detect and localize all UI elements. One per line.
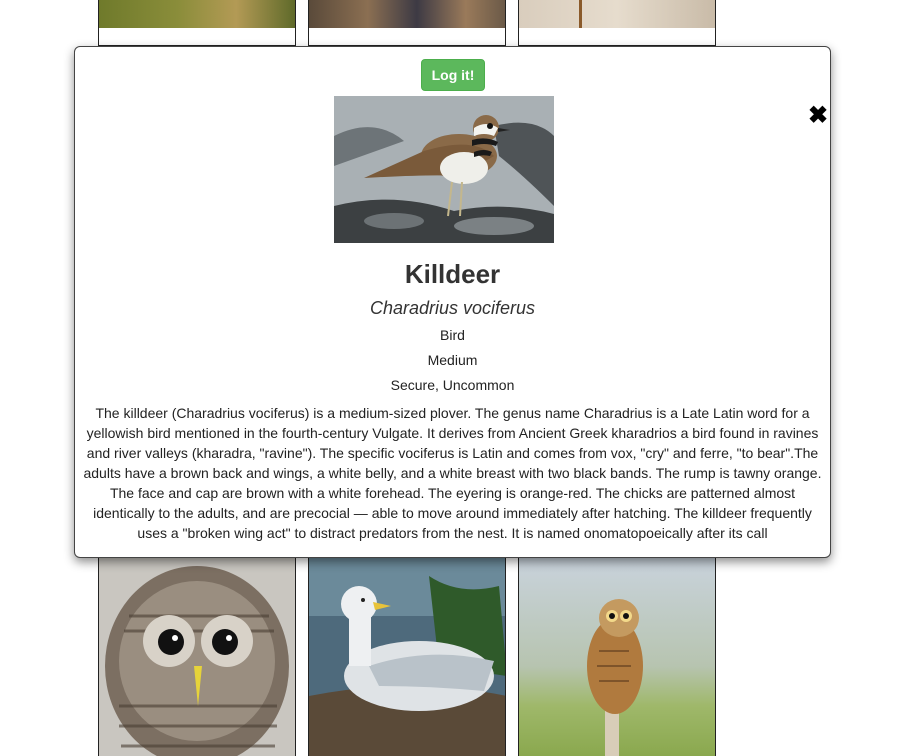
species-detail-modal: Log it! ✖ Killdeer Charadrius vociferus … xyxy=(74,46,831,558)
species-name: Killdeer xyxy=(404,259,501,289)
short-eared-owl-photo xyxy=(519,556,715,756)
close-icon[interactable]: ✖ xyxy=(807,104,829,128)
gallery-card[interactable] xyxy=(98,0,296,46)
bird-photo xyxy=(309,0,505,28)
species-type: Bird xyxy=(440,327,465,343)
log-it-button[interactable]: Log it! xyxy=(421,59,485,91)
bird-photo xyxy=(519,0,715,28)
species-size: Medium xyxy=(427,352,478,368)
species-description: The killdeer (Charadrius vociferus) is a… xyxy=(83,405,822,541)
bird-photo xyxy=(99,0,295,28)
gallery-card[interactable] xyxy=(98,556,296,756)
gallery-card[interactable] xyxy=(518,0,716,46)
scientific-name: Charadrius vociferus xyxy=(369,298,536,318)
conservation-status: Secure, Uncommon xyxy=(390,377,515,393)
barred-owl-photo xyxy=(99,556,295,756)
gallery-card[interactable] xyxy=(308,556,506,756)
killdeer-photo xyxy=(334,96,554,243)
gallery-card[interactable] xyxy=(308,0,506,46)
gallery-card[interactable] xyxy=(518,556,716,756)
gull-on-nest-photo xyxy=(309,556,505,756)
